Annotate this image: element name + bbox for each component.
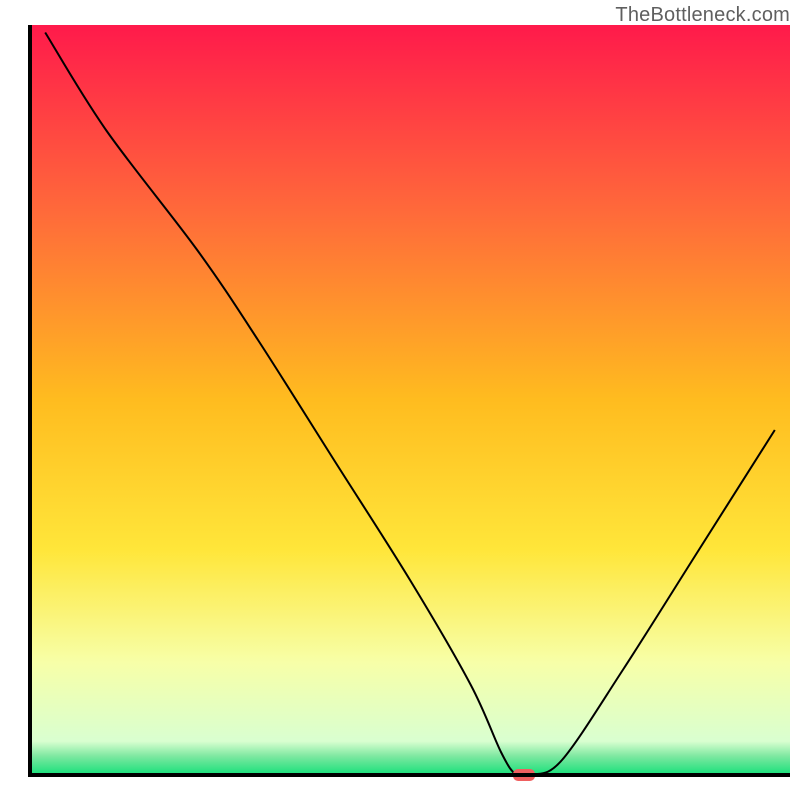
watermark-text: TheBottleneck.com bbox=[615, 4, 790, 27]
plot-background bbox=[30, 25, 790, 775]
bottleneck-chart bbox=[0, 0, 800, 800]
chart-container: { "watermark": "TheBottleneck.com", "cha… bbox=[0, 0, 800, 800]
